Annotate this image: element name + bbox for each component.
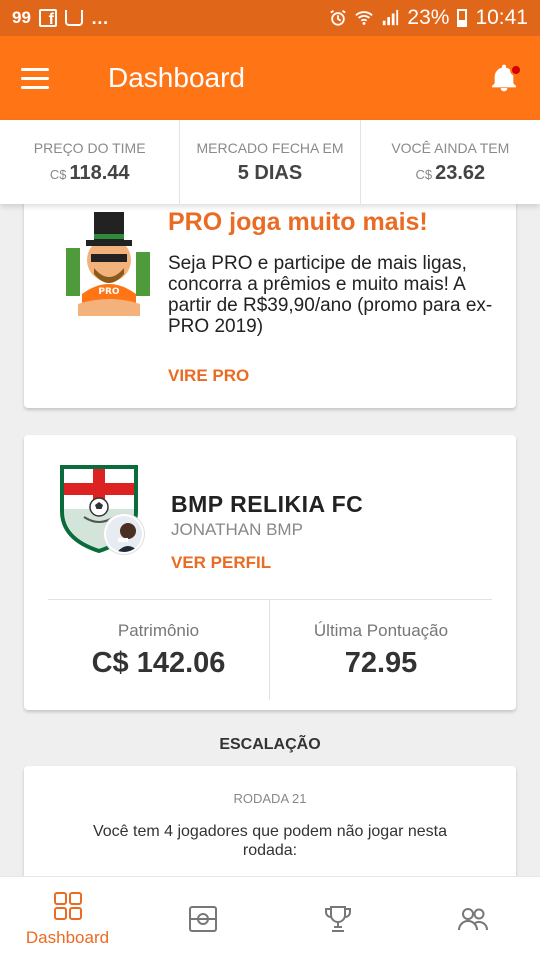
- notification-dot: [510, 64, 522, 76]
- last-score-stat: Última Pontuação 72.95: [270, 600, 492, 700]
- nav-friends[interactable]: [405, 877, 540, 960]
- notifications-button[interactable]: [488, 62, 522, 94]
- svg-text:PRO: PRO: [98, 287, 120, 297]
- page-title: Dashboard: [108, 62, 245, 93]
- stat-value: 23.62: [435, 161, 486, 184]
- lineup-heading: ESCALAÇÃO: [219, 736, 321, 753]
- patrimony-value: C$ 142.06: [91, 646, 226, 679]
- currency-prefix: C$: [49, 166, 67, 182]
- status-bar: 99 … 23% 10:41: [0, 0, 540, 36]
- nav-dashboard[interactable]: Dashboard: [0, 877, 135, 960]
- trophy-icon: [324, 905, 351, 932]
- currency-prefix: C$: [415, 166, 433, 182]
- team-owner: JONATHAN BMP: [171, 520, 303, 539]
- cup-icon: [64, 10, 83, 26]
- patrimony-stat: Patrimônio C$ 142.06: [48, 600, 270, 700]
- field-icon: [188, 905, 217, 932]
- stat-market-closes: MERCADO FECHA EM 5 DIAS: [180, 120, 361, 204]
- last-score-label: Última Pontuação: [313, 620, 449, 640]
- patrimony-label: Patrimônio: [117, 620, 200, 640]
- team-card: BMP RELIKIA FC JONATHAN BMP VER PERFIL P…: [24, 435, 516, 710]
- avatar[interactable]: [104, 514, 144, 554]
- pro-mascot-illustration: PRO: [66, 212, 150, 316]
- pro-description: Seja PRO e participe de mais ligas, conc…: [168, 253, 493, 337]
- facebook-icon: [38, 9, 57, 29]
- battery-icon: [457, 9, 468, 27]
- user-avatar-icon: [106, 516, 142, 552]
- nav-leagues[interactable]: [270, 877, 405, 960]
- notification-count: 99: [12, 8, 31, 27]
- nav-label: Dashboard: [25, 927, 110, 947]
- last-score-value: 72.95: [344, 646, 418, 679]
- become-pro-link[interactable]: VIRE PRO: [168, 366, 249, 386]
- hamburger-icon: [21, 67, 49, 71]
- pro-promo-card: PRO PRO joga muito mais! Seja PRO e part…: [24, 190, 516, 408]
- stat-value: 5 DIAS: [237, 161, 303, 184]
- stat-remaining-balance: VOCÊ AINDA TEM C$ 23.62: [361, 120, 540, 204]
- more-notifications-icon: …: [90, 7, 110, 28]
- stat-team-price: PREÇO DO TIME C$ 118.44: [0, 120, 181, 204]
- stat-value: 118.44: [69, 161, 130, 184]
- pro-title: PRO joga muito mais!: [168, 208, 428, 236]
- app-bar: Dashboard: [0, 36, 540, 120]
- view-profile-link[interactable]: VER PERFIL: [171, 553, 271, 573]
- stat-label: PREÇO DO TIME: [33, 139, 146, 156]
- menu-button[interactable]: [0, 36, 70, 120]
- stats-bar: PREÇO DO TIME C$ 118.44 MERCADO FECHA EM …: [0, 120, 540, 204]
- bottom-navigation: Dashboard: [0, 876, 540, 960]
- users-icon: [457, 907, 488, 930]
- clock: 10:41: [475, 6, 528, 29]
- stat-label: MERCADO FECHA EM: [196, 139, 344, 156]
- stat-label: VOCÊ AINDA TEM: [391, 139, 510, 156]
- round-label: RODADA 21: [233, 791, 307, 806]
- grid-icon: [53, 891, 82, 920]
- signal-icon: [383, 9, 399, 26]
- round-warning-message: Você tem 4 jogadores que podem não jogar…: [92, 823, 448, 859]
- battery-percent: 23%: [407, 6, 450, 29]
- wifi-icon: [355, 11, 374, 25]
- alarm-icon: [330, 10, 347, 26]
- nav-lineup[interactable]: [135, 877, 270, 960]
- team-name: BMP RELIKIA FC: [171, 491, 364, 517]
